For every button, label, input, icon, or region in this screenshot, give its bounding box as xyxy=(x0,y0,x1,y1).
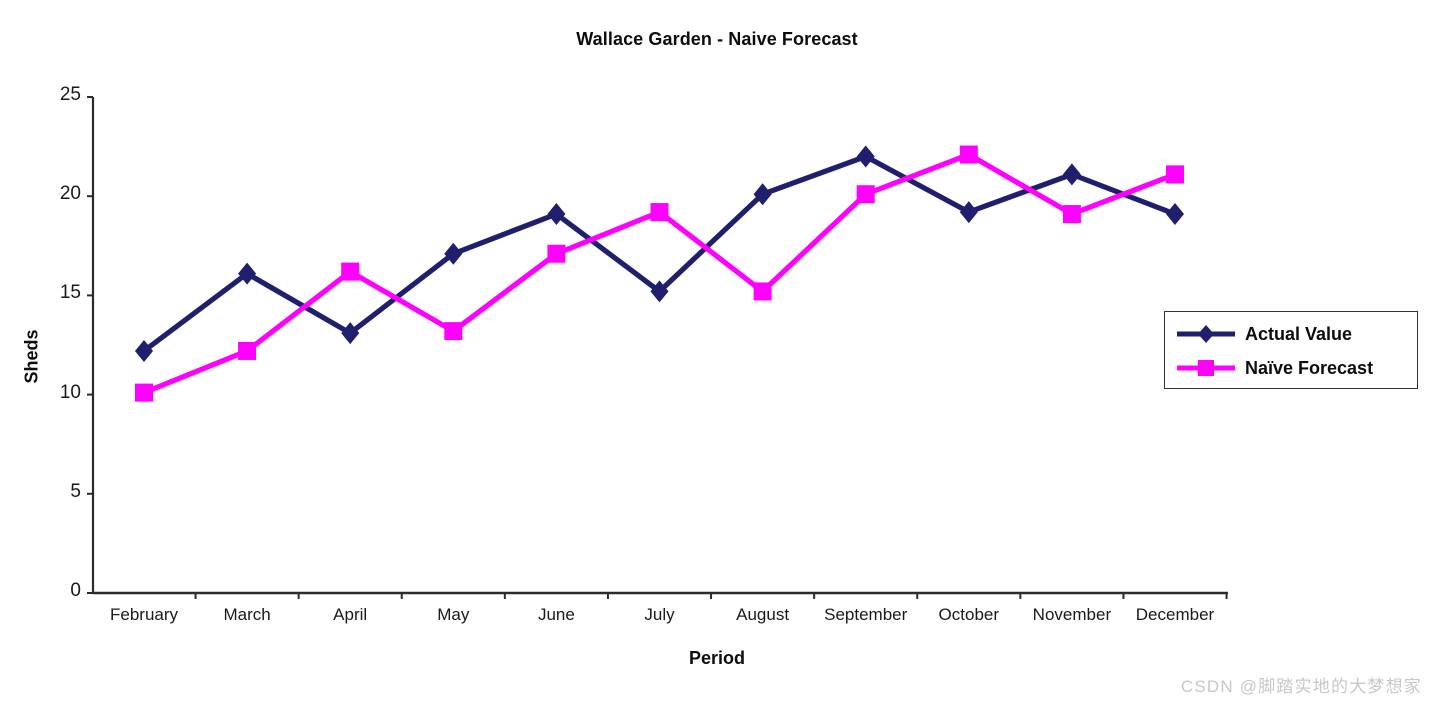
legend-swatch-square-icon xyxy=(1175,355,1237,381)
chart-container: Wallace Garden - Naive Forecast Sheds Pe… xyxy=(0,0,1434,705)
data-point-marker xyxy=(1062,163,1081,186)
series-naive-forecast xyxy=(135,145,1184,402)
x-tick-label: December xyxy=(1135,605,1215,624)
watermark-text: CSDN @脚踏实地的大梦想家 xyxy=(1180,677,1422,696)
data-point-marker xyxy=(959,201,978,224)
y-tick-label: 15 xyxy=(59,282,81,304)
axis-lines xyxy=(91,97,1228,595)
legend-item-naive-forecast: Naïve Forecast xyxy=(1165,351,1419,385)
y-tick-label: 10 xyxy=(59,381,81,403)
series-actual-value xyxy=(134,145,1185,362)
data-point-marker xyxy=(547,244,566,263)
y-tick-label: 25 xyxy=(59,84,81,105)
data-point-marker xyxy=(341,262,360,281)
data-point-marker xyxy=(1165,203,1185,226)
y-tick-label: 5 xyxy=(70,480,81,502)
chart-legend: Actual Value Naïve Forecast xyxy=(1164,311,1418,389)
legend-label-naive-forecast: Naïve Forecast xyxy=(1245,357,1374,378)
y-tick-label: 0 xyxy=(70,580,81,601)
data-point-marker xyxy=(650,203,669,222)
legend-item-actual-value: Actual Value xyxy=(1165,317,1419,351)
legend-label-actual-value: Actual Value xyxy=(1245,323,1353,344)
data-point-marker xyxy=(1166,165,1184,184)
data-point-marker xyxy=(856,145,875,168)
legend-swatch-diamond-icon xyxy=(1175,321,1237,347)
data-point-marker xyxy=(856,185,875,204)
data-point-marker xyxy=(1062,205,1081,224)
data-point-marker xyxy=(135,383,153,402)
data-point-marker xyxy=(753,282,772,301)
data-point-marker xyxy=(444,322,463,341)
data-point-marker xyxy=(238,341,257,360)
y-tick-label: 20 xyxy=(59,183,81,205)
data-point-marker xyxy=(959,145,978,164)
